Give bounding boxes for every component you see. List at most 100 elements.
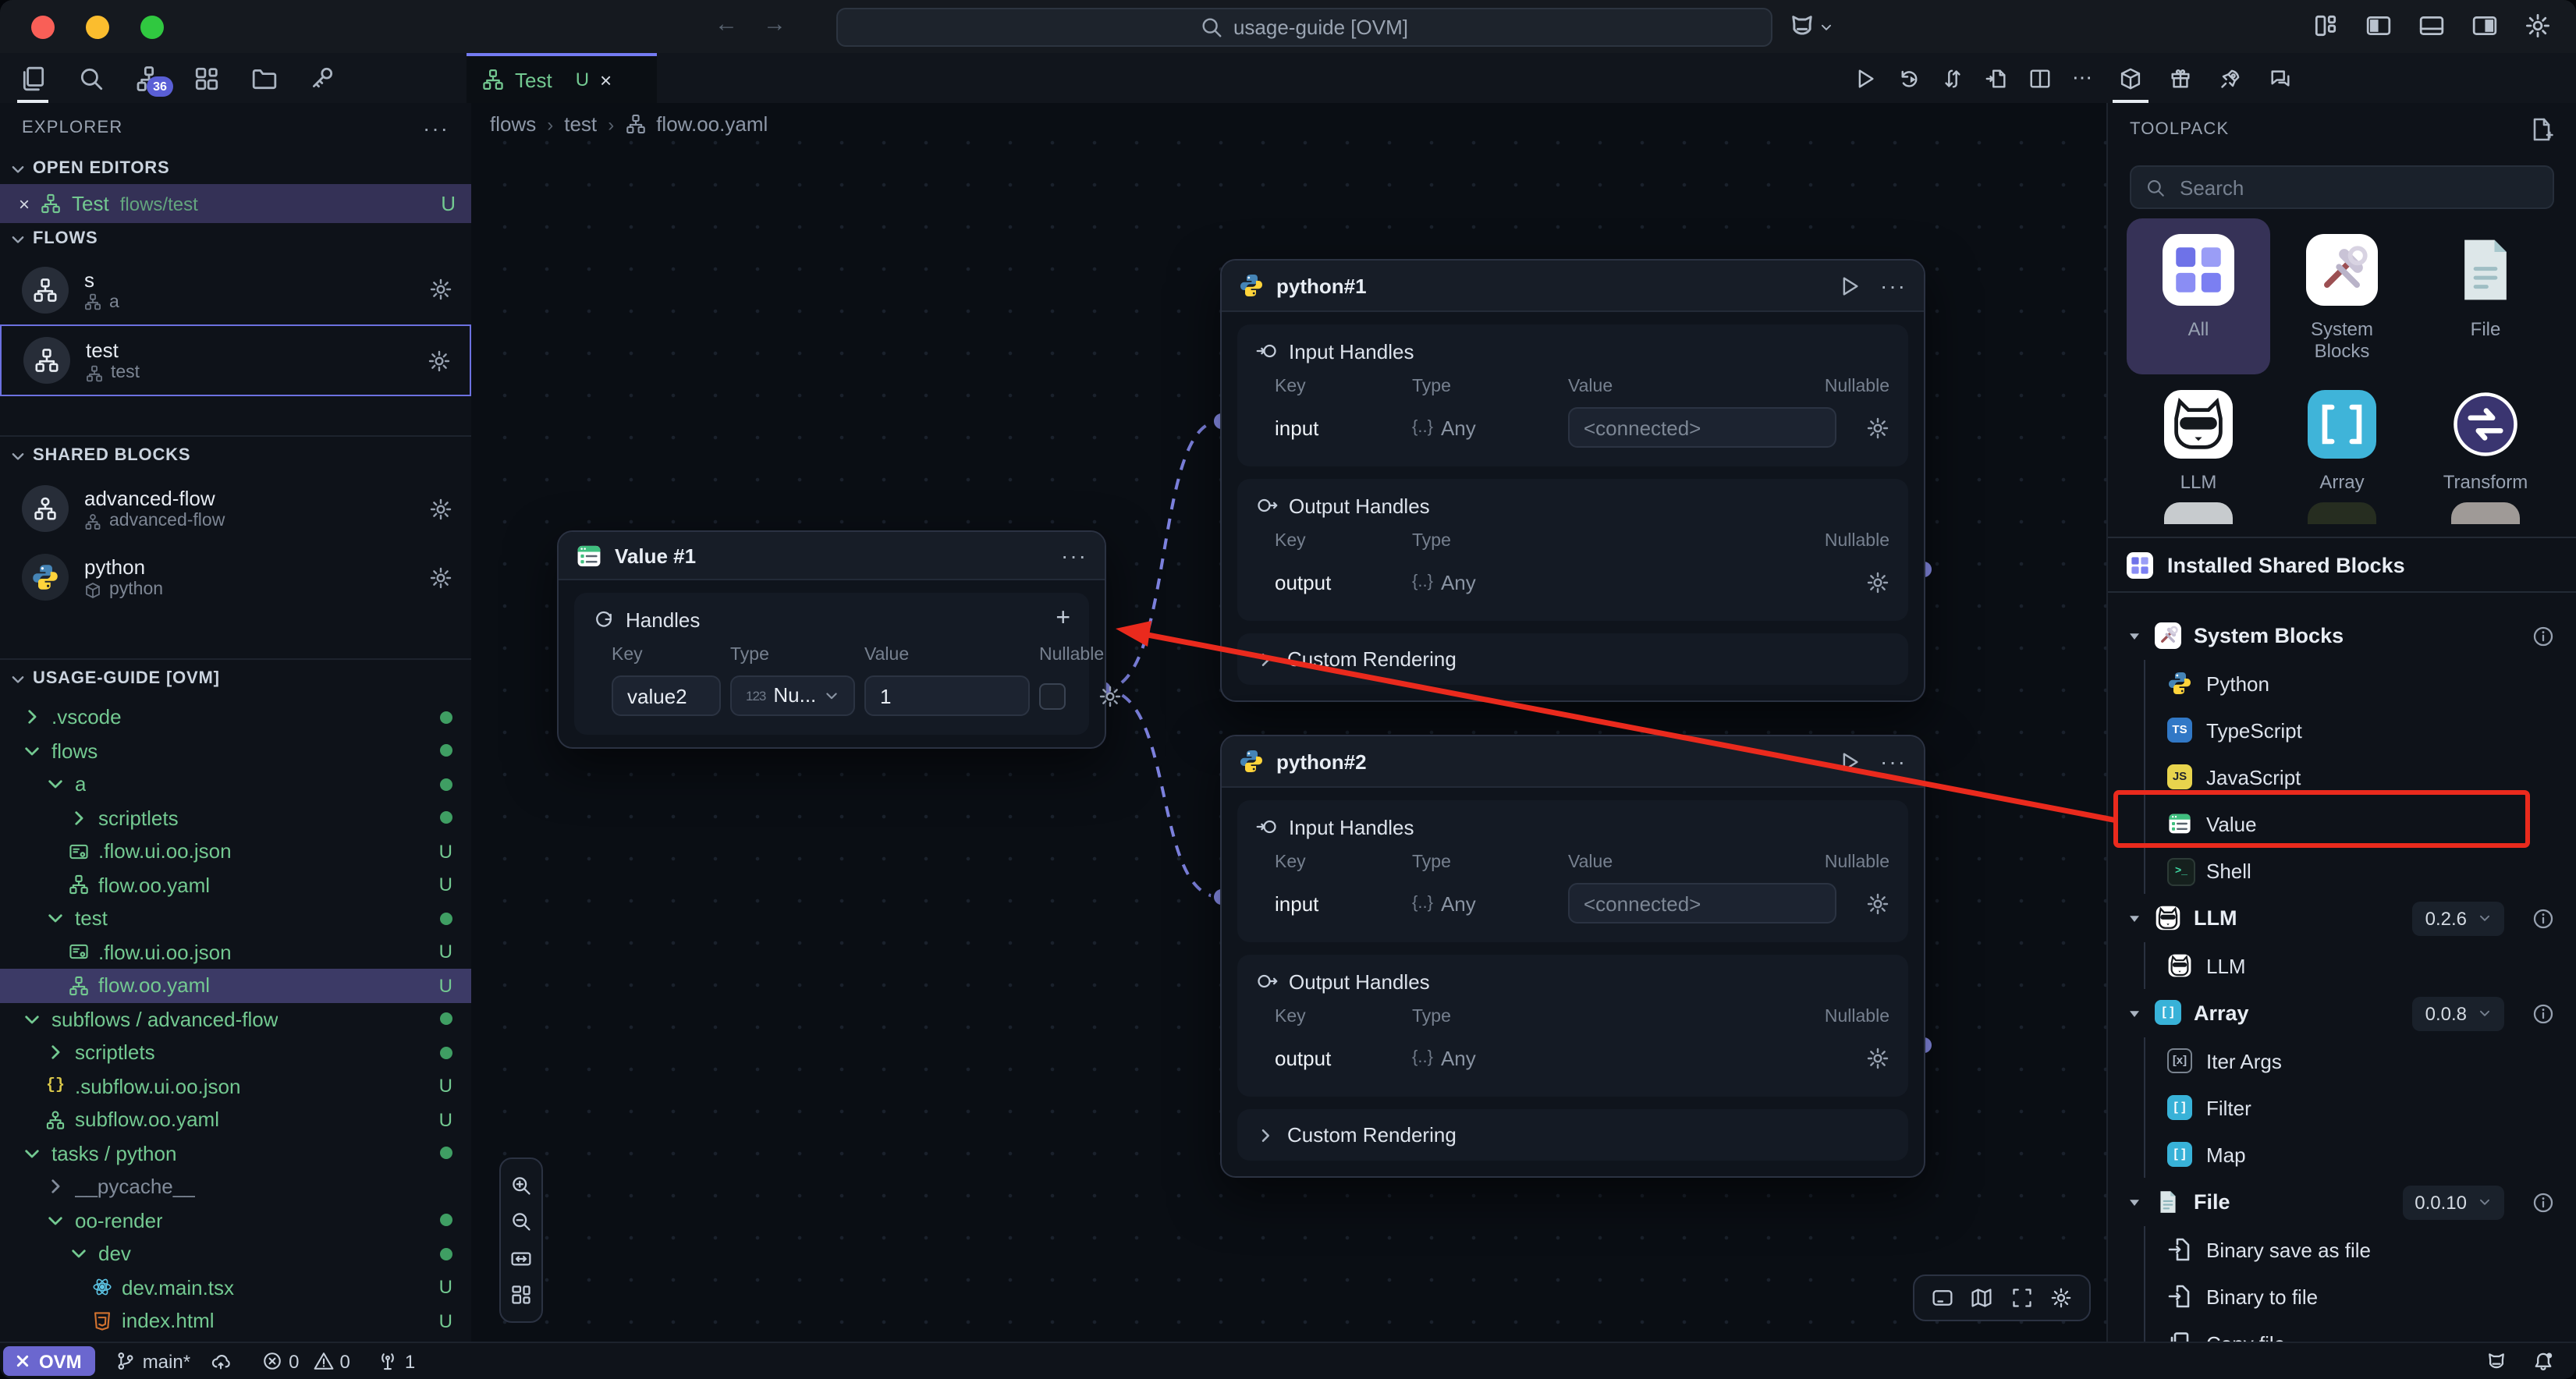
version-select[interactable]: 0.2.6 [2413, 901, 2504, 935]
key-field[interactable]: value2 [612, 675, 721, 716]
sync-changes[interactable] [211, 1351, 231, 1371]
breadcrumb-item[interactable]: flows [490, 112, 536, 136]
block-item-binary-to-file[interactable]: Binary to file [2145, 1273, 2576, 1320]
tree-item[interactable]: a [0, 767, 471, 801]
chev-d-icon[interactable] [45, 1211, 66, 1231]
open-file-icon[interactable] [1985, 66, 2008, 90]
tree-item[interactable]: scriptlets [0, 1036, 471, 1069]
category-all[interactable]: All [2127, 218, 2270, 374]
blocks-activity-icon[interactable] [186, 53, 226, 103]
gear-icon[interactable] [1866, 892, 1889, 915]
toolpack-search-input[interactable] [2177, 174, 2539, 200]
node-python2[interactable]: python#2 ··· Input Handles Key Type Valu… [1220, 735, 1925, 1178]
ports-indicator[interactable]: 1 [378, 1350, 415, 1372]
block-item-copy-file[interactable]: Copy file [2145, 1320, 2576, 1343]
toolpack-tab-package-icon[interactable] [2116, 53, 2145, 103]
run-node-icon[interactable] [1838, 750, 1861, 773]
handle-row[interactable]: input {..}Any <connected> [1256, 404, 1889, 451]
node-header[interactable]: Value #1 ··· [559, 532, 1105, 580]
shared-blocks-header[interactable]: SHARED BLOCKS [0, 437, 471, 474]
version-select[interactable]: 0.0.10 [2402, 1185, 2504, 1219]
gear-icon[interactable] [429, 565, 452, 589]
value-field[interactable]: <connected> [1568, 407, 1836, 448]
gear-icon[interactable] [428, 349, 451, 372]
node-header[interactable]: python#1 ··· [1222, 261, 1924, 312]
assistant-cat-icon[interactable] [1788, 12, 1816, 41]
block-item-python[interactable]: Python [2145, 660, 2576, 707]
folder-activity-icon[interactable] [243, 53, 284, 103]
type-select[interactable]: 123 Nu... [730, 675, 855, 716]
info-icon[interactable] [2532, 1002, 2554, 1024]
tree-item[interactable]: subflows / advanced-flow [0, 1002, 471, 1036]
chevron-down-icon[interactable] [1819, 19, 1833, 34]
assistant-cat-icon[interactable] [2486, 1350, 2507, 1372]
toggle-panel-icon[interactable] [2418, 12, 2445, 39]
workspace-header[interactable]: USAGE-GUIDE [OVM] [0, 660, 471, 697]
node-header[interactable]: python#2 ··· [1222, 736, 1924, 788]
breadcrumb-item[interactable]: test [564, 112, 597, 136]
block-item-filter[interactable]: [ ]Filter [2145, 1084, 2576, 1131]
gear-icon[interactable] [1098, 684, 1122, 707]
shared-block-python[interactable]: python python [0, 543, 471, 612]
flows-activity-icon[interactable]: 36 [128, 53, 169, 103]
custom-rendering-toggle[interactable]: Custom Rendering [1237, 633, 1908, 685]
chev-d-icon[interactable] [45, 775, 66, 795]
tree-item[interactable]: .flow.ui.oo.jsonU [0, 835, 471, 868]
notifications-bell-icon[interactable] [2532, 1350, 2554, 1372]
new-block-icon[interactable] [2529, 117, 2554, 142]
compare-changes-icon[interactable] [1941, 66, 1964, 90]
tree-item[interactable]: .flow.ui.oo.jsonU [0, 935, 471, 969]
history-forward-icon[interactable]: → [763, 11, 786, 37]
version-select[interactable]: 0.0.8 [2413, 996, 2504, 1030]
explorer-files-icon[interactable] [12, 53, 53, 103]
key-activity-icon[interactable] [301, 53, 342, 103]
value-field[interactable]: 1 [864, 675, 1030, 716]
tree-item[interactable]: dev [0, 1237, 471, 1271]
editor-tab-test[interactable]: Test U × [467, 53, 657, 103]
block-group-system-blocks[interactable]: System Blocks [2108, 612, 2576, 660]
block-item-javascript[interactable]: JSJavaScript [2145, 753, 2576, 800]
info-icon[interactable] [2532, 625, 2554, 647]
disclosure-triangle-icon[interactable] [2127, 1005, 2142, 1021]
block-item-binary-save-as-file[interactable]: Binary save as file [2145, 1226, 2576, 1273]
toggle-sidebar-icon[interactable] [2365, 12, 2392, 39]
tree-item[interactable]: {}.subflow.ui.oo.jsonU [0, 1069, 471, 1103]
block-group-file[interactable]: File0.0.10 [2108, 1178, 2576, 1226]
disclosure-triangle-icon[interactable] [2127, 910, 2142, 926]
chev-d-icon[interactable] [22, 1143, 42, 1164]
customize-layout-icon[interactable] [2312, 12, 2339, 39]
git-branch[interactable]: main* [116, 1350, 190, 1372]
tree-item[interactable]: __pycache__ [0, 1170, 471, 1204]
tree-item[interactable]: flow.oo.yamlU [0, 969, 471, 1002]
tree-item[interactable]: flow.oo.yamlU [0, 868, 471, 902]
tree-item[interactable]: tasks / python [0, 1136, 471, 1170]
block-group-array[interactable]: [ ]Array0.0.8 [2108, 989, 2576, 1037]
block-item-llm[interactable]: LLM [2145, 942, 2576, 989]
breadcrumb-item[interactable]: flow.oo.yaml [656, 112, 768, 136]
explorer-more-icon[interactable]: ··· [423, 115, 449, 140]
block-item-typescript[interactable]: TSTypeScript [2145, 707, 2576, 753]
run-flow-icon[interactable] [1854, 66, 1877, 90]
block-item-shell[interactable]: >_Shell [2145, 847, 2576, 894]
flow-item-s[interactable]: s a [0, 254, 471, 324]
block-item-iter-args[interactable]: [x]Iter Args [2145, 1037, 2576, 1084]
handle-row[interactable]: output {..}Any [1256, 1034, 1889, 1081]
gear-icon[interactable] [429, 497, 452, 520]
chev-d-icon[interactable] [69, 1244, 89, 1264]
info-icon[interactable] [2532, 1191, 2554, 1213]
block-item-map[interactable]: [ ]Map [2145, 1131, 2576, 1178]
tree-item[interactable]: scriptlets [0, 801, 471, 835]
category-system-blocks[interactable]: System Blocks [2270, 218, 2414, 374]
extensions-tab-gift-icon[interactable] [2166, 53, 2195, 103]
node-menu-icon[interactable]: ··· [1061, 543, 1088, 568]
close-window-button[interactable] [31, 16, 55, 39]
node-python1[interactable]: python#1 ··· Input Handles Key Type Valu… [1220, 259, 1925, 702]
minimap-icon[interactable] [1971, 1287, 1993, 1309]
canvas-settings-icon[interactable] [2050, 1287, 2072, 1309]
close-editor-icon[interactable]: × [19, 193, 30, 214]
tree-item[interactable]: flows [0, 734, 471, 767]
tree-item[interactable]: index.htmlU [0, 1304, 471, 1338]
node-value1[interactable]: Value #1 ··· Handles + Key Type Value Nu… [557, 530, 1106, 749]
value-field[interactable]: <connected> [1568, 883, 1836, 923]
tree-item[interactable]: dev.main.tsxU [0, 1271, 471, 1304]
